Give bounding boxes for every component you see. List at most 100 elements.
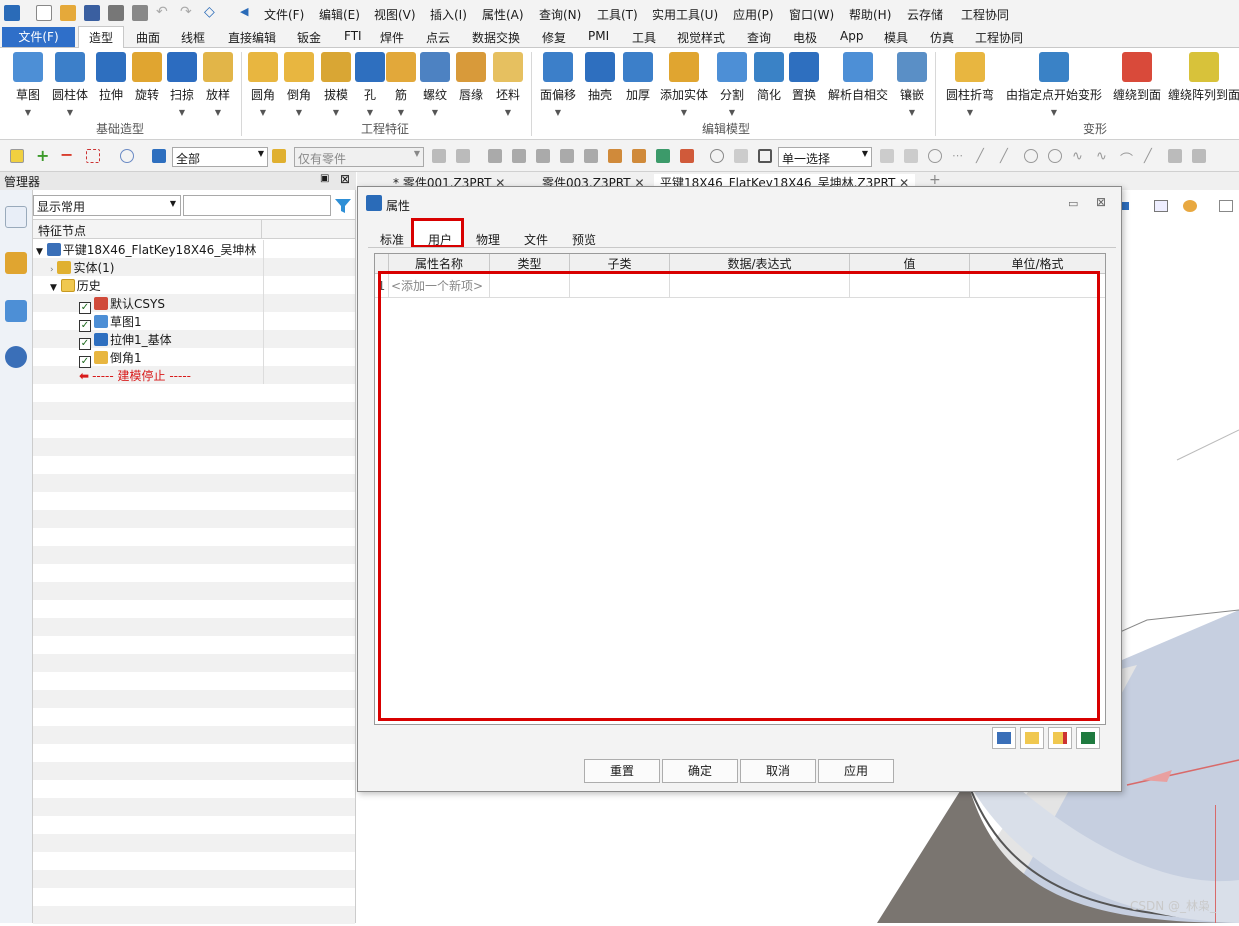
menu-edit[interactable]: 编辑(E) (319, 6, 360, 23)
save-folder-icon[interactable] (1048, 727, 1072, 749)
funnel-icon[interactable] (334, 197, 352, 215)
filter-select[interactable]: 全部 ▼ (172, 147, 268, 167)
tab-query[interactable]: 查询 (747, 29, 771, 46)
tab-repair[interactable]: 修复 (542, 29, 566, 46)
display-filter[interactable]: 显示常用 ▼ (33, 195, 181, 216)
menu-file[interactable]: 文件(F) (264, 6, 304, 23)
scope-select[interactable]: 仅有零件 ▼ (294, 147, 424, 167)
menu-cloud[interactable]: 云存储 (907, 6, 943, 23)
tool-icon[interactable] (536, 149, 550, 163)
tab-direct-edit[interactable]: 直接编辑 (228, 29, 276, 46)
tab-electrode[interactable]: 电极 (793, 29, 817, 46)
tab-file[interactable]: 文件(F) (2, 27, 75, 47)
close-icon[interactable]: ⊠ (1096, 195, 1106, 209)
wave-icon[interactable]: ∿ (1096, 149, 1110, 164)
stock-button[interactable]: 坯料 ▼ (489, 52, 527, 117)
fillet-button[interactable]: 圆角 ▼ (245, 52, 281, 117)
chamfer-button[interactable]: 倒角 ▼ (281, 52, 317, 117)
tool-icon[interactable] (456, 149, 470, 163)
tree-root[interactable]: ▼ 平键18X46_FlatKey18X46_吴坤林 (36, 241, 256, 259)
tree-item-extrude[interactable]: ✓ 拉伸1_基体 (79, 331, 172, 350)
tool-icon[interactable] (880, 149, 894, 163)
loft-button[interactable]: 放样 ▼ (200, 52, 236, 117)
cancel-button[interactable]: 取消 (740, 759, 816, 783)
tab-weld[interactable]: 焊件 (380, 29, 404, 46)
tool-icon[interactable] (512, 149, 526, 163)
tool-icon[interactable] (680, 149, 694, 163)
view-cube-icon[interactable] (1154, 200, 1168, 212)
menu-utilities[interactable]: 实用工具(U) (652, 6, 718, 23)
point-deform-button[interactable]: 由指定点开始变形 ▼ (1002, 52, 1106, 117)
tab-simulation[interactable]: 仿真 (930, 29, 954, 46)
tab-visual-style[interactable]: 视觉样式 (677, 29, 725, 46)
add-icon[interactable]: + (36, 148, 50, 164)
menu-apps[interactable]: 应用(P) (733, 6, 774, 23)
tab-user[interactable]: 用户 (428, 231, 452, 248)
tab-modeling[interactable]: 造型 (89, 29, 113, 46)
tab-standard[interactable]: 标准 (380, 231, 404, 248)
part-filter-icon[interactable] (272, 149, 286, 163)
tab-collab[interactable]: 工程协同 (975, 29, 1023, 46)
simplify-button[interactable]: 简化 (752, 52, 786, 103)
play-icon[interactable] (928, 149, 942, 163)
wrap-to-face-button[interactable]: 缠绕到面 (1108, 52, 1166, 103)
tool-icon[interactable] (584, 149, 598, 163)
tool-icon[interactable] (710, 149, 724, 163)
select-icon[interactable]: ◇ (204, 5, 220, 21)
import-folder-icon[interactable] (1020, 727, 1044, 749)
tool-icon[interactable] (608, 149, 622, 163)
view-mode-icon[interactable] (1121, 202, 1129, 210)
sweep-button[interactable]: 扫掠 ▼ (164, 52, 200, 117)
hole-button[interactable]: 孔 ▼ (355, 52, 385, 117)
open-icon[interactable] (60, 5, 76, 21)
filter-icon[interactable] (152, 149, 166, 163)
line-icon[interactable]: ╱ (976, 149, 990, 164)
menu-window[interactable]: 窗口(W) (789, 6, 834, 23)
curve-icon[interactable]: ∿ (1072, 149, 1086, 164)
tool-icon[interactable] (488, 149, 502, 163)
tab-sheetmetal[interactable]: 钣金 (297, 29, 321, 46)
history-tab-icon[interactable] (5, 206, 27, 228)
menu-collab[interactable]: 工程协同 (961, 6, 1009, 23)
tool-icon[interactable] (560, 149, 574, 163)
thread-button[interactable]: 螺纹 ▼ (417, 52, 453, 117)
print-preview-icon[interactable] (132, 5, 148, 21)
menu-attributes[interactable]: 属性(A) (482, 6, 524, 23)
tab-pmi[interactable]: PMI (588, 29, 609, 43)
tree-item-csys[interactable]: ✓ 默认CSYS (79, 295, 165, 314)
tab-mold[interactable]: 模具 (884, 29, 908, 46)
add-solid-button[interactable]: 添加实体 ▼ (656, 52, 712, 117)
line2-icon[interactable]: ╱ (1000, 149, 1014, 164)
replace-button[interactable]: 置换 (786, 52, 822, 103)
shell-button[interactable]: 抽壳 (580, 52, 620, 103)
emboss-button[interactable]: 镶嵌 ▼ (893, 52, 931, 117)
display-icon[interactable] (1219, 200, 1233, 212)
tab-pointcloud[interactable]: 点云 (426, 29, 450, 46)
split-button[interactable]: 分割 ▼ (712, 52, 752, 117)
tool-icon[interactable] (632, 149, 646, 163)
tab-preview[interactable]: 预览 (572, 231, 596, 248)
left-arrow-icon[interactable]: ◀ (240, 5, 256, 21)
wrap-pattern-button[interactable]: 缠绕阵列到面 (1168, 52, 1239, 103)
rib-button[interactable]: 筋 ▼ (385, 52, 417, 117)
tree-item-sketch[interactable]: ✓ 草图1 (79, 313, 142, 332)
tab-surface[interactable]: 曲面 (136, 29, 160, 46)
menu-tools[interactable]: 工具(T) (597, 6, 638, 23)
revolve-button[interactable]: 旋转 (130, 52, 164, 103)
tool-icon[interactable] (904, 149, 918, 163)
extrude-button[interactable]: 拉伸 (92, 52, 130, 103)
remove-icon[interactable]: − (60, 147, 74, 163)
help-icon[interactable]: ▭ (1068, 197, 1078, 210)
box-select-icon[interactable] (86, 149, 100, 163)
tree-item-solid[interactable]: › 实体(1) (50, 259, 114, 277)
tree-item-history[interactable]: ▼ 历史 (50, 277, 101, 295)
new-icon[interactable] (36, 5, 52, 21)
self-intersect-button[interactable]: 解析自相交 (824, 52, 892, 103)
export-icon[interactable] (992, 727, 1016, 749)
menu-view[interactable]: 视图(V) (374, 6, 416, 23)
tab-data-exchange[interactable]: 数据交换 (472, 29, 520, 46)
close-icon[interactable]: ⊠ (340, 172, 350, 186)
tool-icon[interactable] (734, 149, 748, 163)
tab-file[interactable]: 文件 (524, 231, 548, 248)
lip-button[interactable]: 唇缘 (453, 52, 489, 103)
